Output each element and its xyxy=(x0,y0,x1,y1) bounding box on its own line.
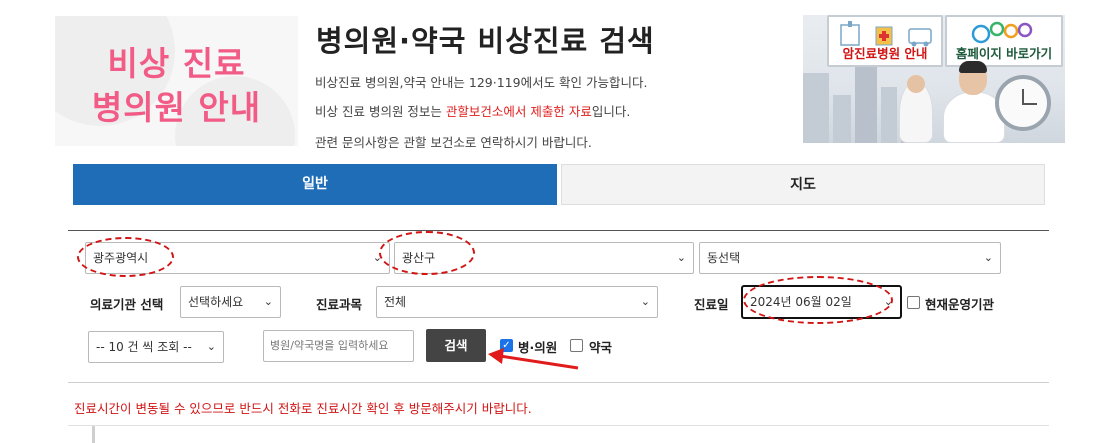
subject-label: 진료과목 xyxy=(316,297,363,312)
building-shape xyxy=(855,57,877,143)
facility-name-placeholder: 병원/약국명을 입력하세요 xyxy=(270,339,389,352)
building-shape xyxy=(881,87,897,143)
info-text-1: 비상진료 병의원,약국 안내는 129·119에서도 확인 가능합니다. xyxy=(315,75,648,90)
facility-name-input[interactable]: 병원/약국명을 입력하세요 xyxy=(263,330,414,362)
building-shape xyxy=(803,73,829,143)
chevron-down-icon: ⌄ xyxy=(206,340,216,353)
homepage-button[interactable]: 홈페이지 바로가기 xyxy=(945,15,1063,67)
hero-line-2: 병의원 안내 xyxy=(91,88,262,127)
info-text-2-highlight: 관할보건소에서 제출한 자료 xyxy=(445,104,592,119)
date-label: 진료일 xyxy=(694,297,729,312)
subject-select-value: 전체 xyxy=(384,295,407,309)
cancer-hospital-button[interactable]: 암진료병원 안내 xyxy=(827,15,943,67)
search-button[interactable]: 검색 xyxy=(426,329,486,362)
chevron-down-icon: ⌄ xyxy=(263,295,273,308)
page-size-select[interactable]: -- 10 건 씩 조회 -- ⌄ xyxy=(88,331,224,363)
institution-select[interactable]: 선택하세요 ⌄ xyxy=(180,286,281,318)
hero-banner: 비상 진료 병의원 안내 xyxy=(55,16,298,146)
clock-icon xyxy=(995,75,1051,131)
doctor-hair xyxy=(959,61,987,73)
page-title: 병의원·약국 비상진료 검색 xyxy=(316,24,655,58)
info-text-2: 비상 진료 병의원 정보는 관할보건소에서 제출한 자료입니다. xyxy=(315,101,630,120)
current-operating-checkbox[interactable] xyxy=(907,296,920,309)
building-shape xyxy=(833,95,851,143)
info-text-2-post: 입니다. xyxy=(591,104,631,119)
tab-general[interactable]: 일반 xyxy=(73,164,557,205)
notice-text: 진료시간이 변동될 수 있으므로 반드시 전화로 진료시간 확인 후 방문해주시… xyxy=(74,401,532,416)
banner-area: 암진료병원 안내 홈페이지 바로가기 xyxy=(803,15,1065,143)
hero-title: 비상 진료 병의원 안내 xyxy=(55,42,298,130)
subject-select[interactable]: 전체 ⌄ xyxy=(376,286,658,318)
page-size-value: -- 10 건 씩 조회 -- xyxy=(96,340,192,354)
dong-select-value: 동선택 xyxy=(707,251,741,265)
cancer-hospital-label: 암진료병원 안내 xyxy=(842,46,928,61)
highlight-ellipse-date xyxy=(743,276,893,324)
dong-select[interactable]: 동선택 ⌄ xyxy=(699,242,1001,274)
tab-map[interactable]: 지도 xyxy=(561,164,1045,205)
current-operating-label: 현재운영기관 xyxy=(925,297,995,312)
chevron-down-icon: ⌄ xyxy=(676,251,686,264)
highlight-ellipse-district xyxy=(379,231,475,275)
institution-select-value: 선택하세요 xyxy=(188,295,244,309)
pharmacy-checkbox-label: 약국 xyxy=(589,340,613,355)
info-text-2-pre: 비상 진료 병의원 정보는 xyxy=(315,104,446,119)
chevron-down-icon: ⌄ xyxy=(983,251,993,264)
highlight-ellipse-city xyxy=(77,237,174,277)
institution-label: 의료기관 선택 xyxy=(90,297,164,312)
doctor-head xyxy=(907,75,925,93)
chevron-down-icon: ⌄ xyxy=(640,295,650,308)
list-start-bar xyxy=(92,426,95,443)
homepage-label: 홈페이지 바로가기 xyxy=(955,46,1053,61)
red-arrow-icon xyxy=(488,348,579,370)
divider xyxy=(68,425,1049,426)
hero-line-1: 비상 진료 xyxy=(107,44,246,83)
info-text-3: 관련 문의사항은 관할 보건소로 연락하시기 바랍니다. xyxy=(315,135,592,150)
